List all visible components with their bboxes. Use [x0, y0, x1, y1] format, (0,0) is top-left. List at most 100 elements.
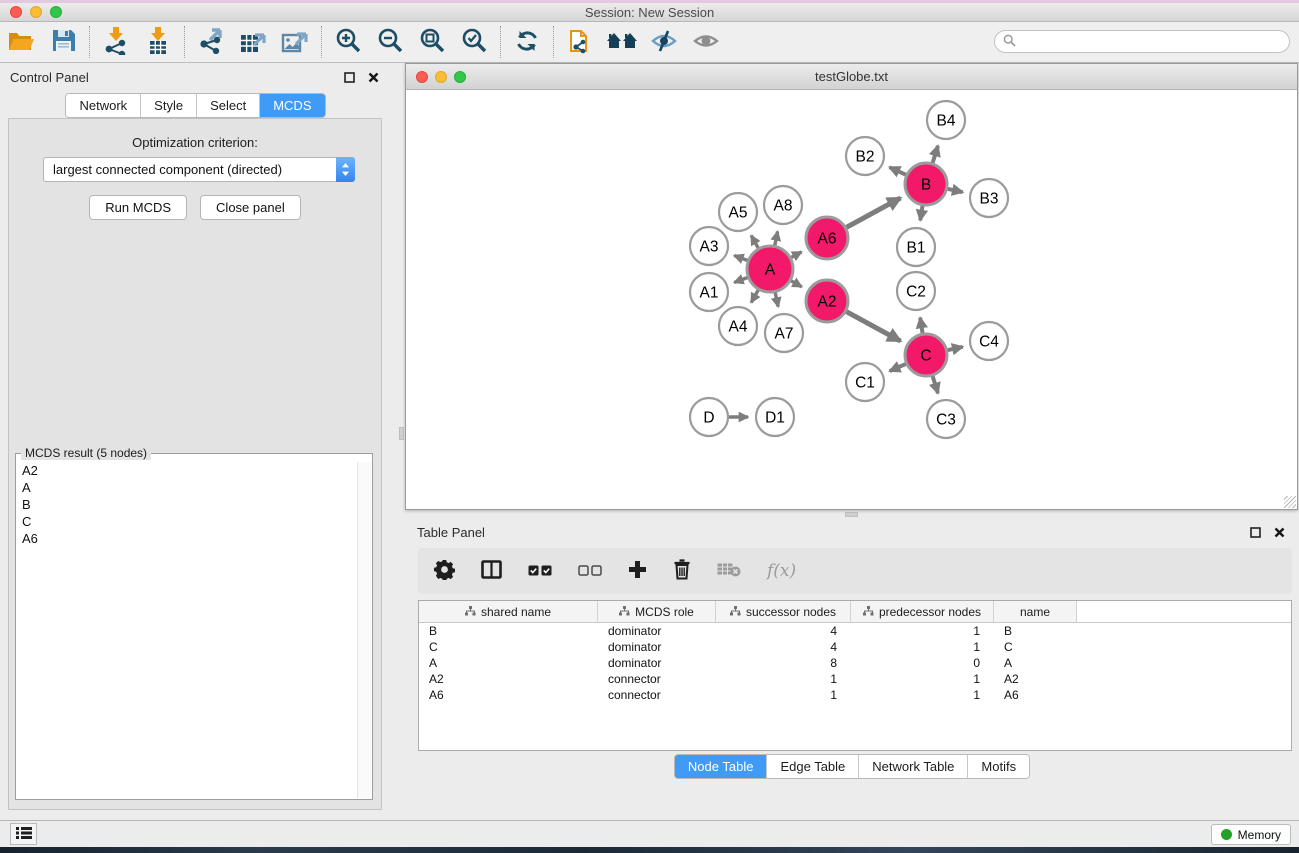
- graph-node-C2[interactable]: C2: [897, 272, 935, 310]
- save-session-button[interactable]: [42, 24, 84, 60]
- tab-style[interactable]: Style: [141, 94, 197, 117]
- graph-edge-A-A6[interactable]: [791, 252, 801, 258]
- select-all-columns-button[interactable]: [528, 564, 552, 579]
- import-table-button[interactable]: [137, 24, 179, 60]
- graph-edge-A-A3[interactable]: [734, 256, 747, 261]
- graph-node-B2[interactable]: B2: [846, 137, 884, 175]
- criterion-select[interactable]: largest connected component (directed): [43, 157, 355, 182]
- column-layout-button[interactable]: [481, 560, 502, 582]
- close-panel-button[interactable]: [365, 69, 381, 85]
- graph-edge-B-B2[interactable]: [890, 167, 906, 175]
- graph-node-B1[interactable]: B1: [897, 228, 935, 266]
- graph-edge-B-B3[interactable]: [947, 189, 962, 192]
- network-window-titlebar[interactable]: testGlobe.txt: [406, 64, 1297, 90]
- graph-node-C4[interactable]: C4: [970, 322, 1008, 360]
- delete-column-button[interactable]: [673, 559, 691, 583]
- column-header-predecessor-nodes[interactable]: predecessor nodes: [851, 601, 994, 622]
- home-button[interactable]: [601, 24, 643, 60]
- graph-edge-A-A1[interactable]: [734, 277, 747, 282]
- import-network-button[interactable]: [95, 24, 137, 60]
- graph-edge-A-A5[interactable]: [751, 236, 758, 249]
- column-header-name[interactable]: name: [994, 601, 1077, 622]
- column-header-successor-nodes[interactable]: successor nodes: [716, 601, 851, 622]
- table-close-panel-button[interactable]: [1271, 524, 1287, 540]
- graph-edge-B-B4[interactable]: [933, 146, 938, 163]
- mcds-result-item[interactable]: A6: [17, 530, 357, 547]
- graph-node-D1[interactable]: D1: [756, 398, 794, 436]
- graph-node-B[interactable]: B: [905, 163, 947, 205]
- zoom-out-button[interactable]: [369, 24, 411, 60]
- export-network-button[interactable]: [190, 24, 232, 60]
- export-table-button[interactable]: [232, 24, 274, 60]
- tab-edge-table[interactable]: Edge Table: [767, 755, 859, 778]
- graph-node-A4[interactable]: A4: [719, 307, 757, 345]
- table-row[interactable]: A2connector11A2: [419, 671, 1291, 687]
- task-history-button[interactable]: [10, 823, 37, 845]
- deselect-all-columns-button[interactable]: [578, 564, 602, 579]
- graph-node-A5[interactable]: A5: [719, 193, 757, 231]
- graph-edge-B-B1[interactable]: [920, 206, 922, 221]
- graph-node-A1[interactable]: A1: [690, 273, 728, 311]
- graph-edge-A-A4[interactable]: [751, 290, 758, 303]
- zoom-fit-button[interactable]: [411, 24, 453, 60]
- graph-node-A[interactable]: A: [747, 246, 793, 292]
- window-resize-grip[interactable]: [1284, 496, 1296, 508]
- graph-node-C1[interactable]: C1: [846, 363, 884, 401]
- mcds-result-item[interactable]: A2: [17, 462, 357, 479]
- graph-node-C3[interactable]: C3: [927, 400, 965, 438]
- horizontal-splitter-handle[interactable]: [845, 512, 858, 517]
- graph-edge-C-C3[interactable]: [933, 376, 938, 393]
- column-header-MCDS-role[interactable]: MCDS role: [598, 601, 716, 622]
- export-image-button[interactable]: [274, 24, 316, 60]
- table-row[interactable]: A6connector11A6: [419, 687, 1291, 703]
- graph-node-A8[interactable]: A8: [764, 186, 802, 224]
- open-file-button[interactable]: [0, 24, 42, 60]
- float-panel-button[interactable]: [341, 69, 357, 85]
- tab-select[interactable]: Select: [197, 94, 260, 117]
- mcds-result-item[interactable]: A: [17, 479, 357, 496]
- graph-edge-C-C2[interactable]: [920, 318, 922, 334]
- add-column-button[interactable]: [628, 560, 647, 582]
- tab-network[interactable]: Network: [66, 94, 141, 117]
- tab-network-table[interactable]: Network Table: [859, 755, 968, 778]
- tab-motifs[interactable]: Motifs: [968, 755, 1029, 778]
- settings-gear-button[interactable]: [434, 559, 455, 583]
- refresh-layout-button[interactable]: [506, 24, 548, 60]
- show-eye-button[interactable]: [685, 24, 727, 60]
- tab-node-table[interactable]: Node Table: [675, 755, 768, 778]
- column-header-shared-name[interactable]: shared name: [419, 601, 598, 622]
- vertical-splitter-handle[interactable]: [399, 427, 404, 440]
- close-panel-action-button[interactable]: Close panel: [200, 195, 301, 220]
- run-mcds-button[interactable]: Run MCDS: [89, 195, 187, 220]
- search-input[interactable]: [1020, 33, 1289, 51]
- graph-node-A3[interactable]: A3: [690, 227, 728, 265]
- zoom-selected-button[interactable]: [453, 24, 495, 60]
- graph-node-A7[interactable]: A7: [765, 314, 803, 352]
- graph-node-C[interactable]: C: [905, 334, 947, 376]
- graph-node-D[interactable]: D: [690, 398, 728, 436]
- table-row[interactable]: Bdominator41B: [419, 623, 1291, 639]
- result-list-scrollbar[interactable]: [357, 462, 371, 798]
- graph-edge-C-C1[interactable]: [890, 364, 906, 371]
- memory-button[interactable]: Memory: [1211, 824, 1291, 845]
- graph-edge-C-C4[interactable]: [947, 347, 962, 350]
- zoom-in-button[interactable]: [327, 24, 369, 60]
- mcds-result-item[interactable]: C: [17, 513, 357, 530]
- graph-edge-A6-B[interactable]: [846, 198, 900, 228]
- table-row[interactable]: Cdominator41C: [419, 639, 1291, 655]
- graph-node-B4[interactable]: B4: [927, 101, 965, 139]
- hide-eye-button[interactable]: [643, 24, 685, 60]
- mcds-result-item[interactable]: B: [17, 496, 357, 513]
- table-float-panel-button[interactable]: [1247, 524, 1263, 540]
- tab-mcds[interactable]: MCDS: [260, 94, 324, 117]
- graph-node-B3[interactable]: B3: [970, 179, 1008, 217]
- graph-edge-A-A2[interactable]: [791, 281, 802, 287]
- graph-edge-A2-C[interactable]: [846, 312, 900, 342]
- graph-edge-A-A8[interactable]: [775, 231, 778, 245]
- clone-network-button[interactable]: [559, 24, 601, 60]
- table-row[interactable]: Adominator80A: [419, 655, 1291, 671]
- network-canvas[interactable]: A A1 A2 A3 A4 A5 A6 A7 A8 B B1 B2 B3 B4 C C1 C2 C3 C4 D D1: [406, 90, 1297, 509]
- graph-edge-A-A7[interactable]: [775, 292, 778, 306]
- graph-node-A2[interactable]: A2: [806, 280, 848, 322]
- graph-node-A6[interactable]: A6: [806, 217, 848, 259]
